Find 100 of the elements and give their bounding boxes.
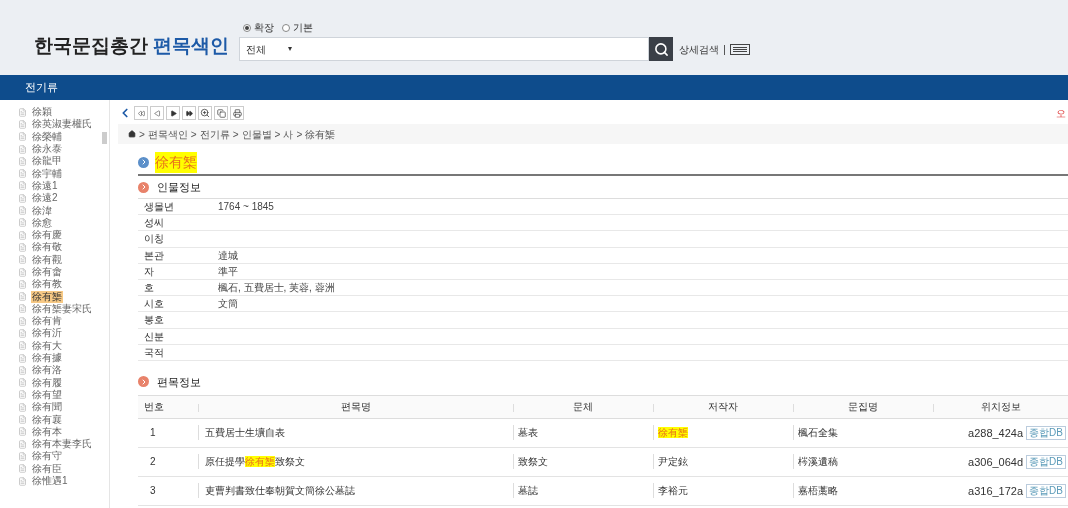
document-icon xyxy=(18,218,27,228)
section-title: 인물정보 xyxy=(157,179,201,195)
field-label: 시호 xyxy=(143,297,165,312)
sidebar-item[interactable]: 徐有慶 xyxy=(31,229,63,242)
sidebar-item[interactable]: 徐有大 xyxy=(31,339,63,352)
document-icon xyxy=(18,119,27,129)
work-title[interactable]: 原任提學徐有榘致祭文 xyxy=(205,456,305,468)
table-cell-text: a288_424a xyxy=(968,425,1024,441)
work-title[interactable]: 吏曹判書致仕奉朝賀文簡徐公墓誌 xyxy=(205,485,355,497)
table-cell: 徐有榘 xyxy=(658,427,688,439)
db-link-button[interactable]: 종합DB xyxy=(1026,454,1066,469)
field-label: 본관 xyxy=(143,248,165,263)
document-icon xyxy=(18,144,27,154)
copy-button[interactable] xyxy=(214,106,228,120)
site-logo[interactable]: 한국문집총간 편목색인 xyxy=(34,31,230,60)
sidebar-item[interactable]: 徐遠2 xyxy=(31,192,59,205)
sidebar-item[interactable]: 徐永泰 xyxy=(31,143,63,156)
detail-search-link[interactable]: 상세검색 xyxy=(679,41,720,57)
sidebar-item[interactable]: 徐有據 xyxy=(31,352,63,365)
document-icon xyxy=(18,427,27,437)
sidebar-item[interactable]: 徐有臣 xyxy=(31,462,63,475)
table-cell: 致祭文 xyxy=(518,456,548,468)
breadcrumb-item[interactable]: 인물별 xyxy=(241,126,272,142)
document-icon xyxy=(18,476,27,486)
sidebar-item[interactable]: 徐有榘妻宋氏 xyxy=(31,302,93,315)
separator: | xyxy=(723,42,726,57)
print-button[interactable] xyxy=(230,106,244,120)
column-header: 문집명 xyxy=(848,400,878,415)
sidebar-item[interactable]: 徐有望 xyxy=(31,388,63,401)
breadcrumb-item[interactable]: 徐有榘 xyxy=(305,126,336,142)
document-icon xyxy=(18,267,27,277)
search-button[interactable] xyxy=(198,106,212,120)
document-icon xyxy=(18,390,27,400)
sidebar-item[interactable]: 徐湋 xyxy=(31,204,53,217)
document-icon xyxy=(18,378,27,388)
sidebar-item[interactable]: 徐穎 xyxy=(31,106,53,119)
sidebar-item[interactable]: 徐有洛 xyxy=(31,364,63,377)
scope-select[interactable]: 전체 xyxy=(246,41,267,57)
home-icon[interactable] xyxy=(128,130,136,138)
sidebar-item[interactable]: 徐有本 xyxy=(31,425,63,438)
search-mode-radio[interactable]: 기본 xyxy=(282,20,314,35)
sidebar-item[interactable]: 徐有本妻李氏 xyxy=(31,438,93,451)
chevron-icon xyxy=(138,376,149,388)
copy-icon xyxy=(216,108,226,118)
field-label: 이칭 xyxy=(143,232,165,247)
sidebar-item[interactable]: 徐遠1 xyxy=(31,179,59,192)
field-label: 호 xyxy=(143,281,155,296)
field-label: 국적 xyxy=(143,345,165,360)
sidebar-item[interactable]: 徐有畬 xyxy=(31,266,63,278)
document-icon xyxy=(18,353,27,363)
search-mode-radio[interactable]: 확장 xyxy=(243,20,275,35)
sidebar-item[interactable]: 徐惟遇1 xyxy=(31,475,69,488)
column-header: 번호 xyxy=(144,400,164,415)
db-link-button[interactable]: 종합DB xyxy=(1026,425,1066,440)
field-label: 성씨 xyxy=(143,216,165,231)
sidebar-item[interactable]: 徐有守 xyxy=(31,450,63,463)
sidebar-item[interactable]: 徐有肯 xyxy=(31,315,63,328)
field-label: 신분 xyxy=(143,329,165,344)
column-header: 문체 xyxy=(573,400,593,415)
column-header: 편목명 xyxy=(340,400,371,415)
last-page-button[interactable] xyxy=(182,106,196,120)
document-icon xyxy=(18,242,27,252)
column-header: 위치정보 xyxy=(980,400,1021,415)
next-button[interactable] xyxy=(166,106,180,120)
search-field[interactable]: 전체 ▾ xyxy=(239,37,650,61)
scrollbar-thumb[interactable] xyxy=(102,132,107,144)
chevron-icon xyxy=(138,156,149,168)
category-title[interactable]: 전기류 xyxy=(25,79,58,96)
table-cell: 李裕元 xyxy=(658,485,688,497)
sidebar-item[interactable]: 徐有履 xyxy=(31,376,63,389)
breadcrumb-item[interactable]: 전기류 xyxy=(199,126,230,142)
sidebar-item[interactable]: 徐有襄 xyxy=(31,413,63,426)
breadcrumb-separator: > xyxy=(139,127,145,142)
sidebar-item[interactable]: 徐有沂 xyxy=(31,327,63,340)
sidebar-item[interactable]: 徐龍甲 xyxy=(31,155,63,168)
field-value: 準平 xyxy=(218,264,238,279)
db-link-button[interactable]: 종합DB xyxy=(1026,483,1066,498)
keyboard-icon[interactable] xyxy=(729,43,750,55)
sidebar-item[interactable]: 徐有榘 xyxy=(31,290,63,303)
document-icon xyxy=(18,181,27,191)
work-title[interactable]: 五費居士生壙自表 xyxy=(205,427,285,439)
breadcrumb-separator: > xyxy=(296,127,303,142)
sidebar-item[interactable]: 徐愈 xyxy=(31,216,53,229)
sidebar-item[interactable]: 徐宇輔 xyxy=(31,167,63,180)
sidebar-item[interactable]: 徐有敬 xyxy=(31,241,63,254)
breadcrumb-item[interactable]: 사 xyxy=(283,126,294,142)
sidebar-item[interactable]: 徐有觀 xyxy=(31,253,63,266)
field-value: 楓石, 五費居士, 芙蓉, 蓉洲 xyxy=(218,281,335,296)
breadcrumb-item[interactable]: 편목색인 xyxy=(147,126,188,142)
table-cell: 梣溪遺稿 xyxy=(798,456,838,468)
sidebar-item[interactable]: 徐榮輔 xyxy=(31,130,63,143)
search-icon xyxy=(653,41,669,57)
sidebar-item[interactable]: 徐有教 xyxy=(31,278,63,291)
error-report-link[interactable]: 오 xyxy=(1056,105,1068,121)
document-icon xyxy=(18,132,27,142)
sidebar-item[interactable]: 徐有聞 xyxy=(31,401,63,414)
search-button[interactable] xyxy=(649,37,674,61)
breadcrumb-separator: > xyxy=(190,127,197,142)
section-title: 편목정보 xyxy=(157,374,201,390)
sidebar-item[interactable]: 徐英淑妻權氏 xyxy=(31,118,93,131)
